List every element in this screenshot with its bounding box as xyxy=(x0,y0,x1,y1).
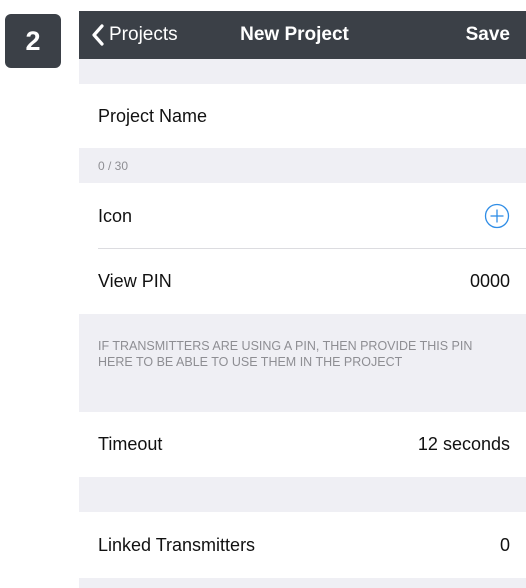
timeout-value: 12 seconds xyxy=(417,434,510,454)
navigation-bar: Projects New Project Save xyxy=(79,11,526,59)
circle-plus-icon[interactable] xyxy=(484,203,510,229)
project-name-placeholder: Project Name xyxy=(98,105,208,126)
chevron-left-icon xyxy=(92,24,104,46)
step-number-badge: 2 xyxy=(5,14,61,68)
view-pin-row[interactable]: View PIN 0000 xyxy=(79,249,526,314)
back-button[interactable]: Projects xyxy=(91,11,178,59)
project-name-input[interactable]: Project Name xyxy=(79,84,526,148)
linked-transmitters-row[interactable]: Linked Transmitters 0 xyxy=(79,512,526,578)
linked-transmitters-label: Linked Transmitters xyxy=(98,534,256,555)
linked-transmitters-count: 0 xyxy=(499,534,510,555)
timeout-label: Timeout xyxy=(98,434,163,454)
view-pin-label: View PIN xyxy=(98,271,172,291)
phone-screen: Projects New Project Save Project Name 0… xyxy=(79,11,526,588)
timeout-row[interactable]: Timeout 12 seconds xyxy=(79,412,526,477)
project-name-char-counter: 0 / 30 xyxy=(98,159,129,173)
icon-row[interactable]: Icon xyxy=(79,183,526,249)
view-pin-value: 0000 xyxy=(469,271,510,291)
back-button-label: Projects xyxy=(109,24,178,45)
icon-row-label: Icon xyxy=(98,205,133,226)
pin-help-text: IF TRANSMITTERS ARE USING A PIN, THEN PR… xyxy=(98,339,473,369)
save-button[interactable]: Save xyxy=(466,11,510,59)
